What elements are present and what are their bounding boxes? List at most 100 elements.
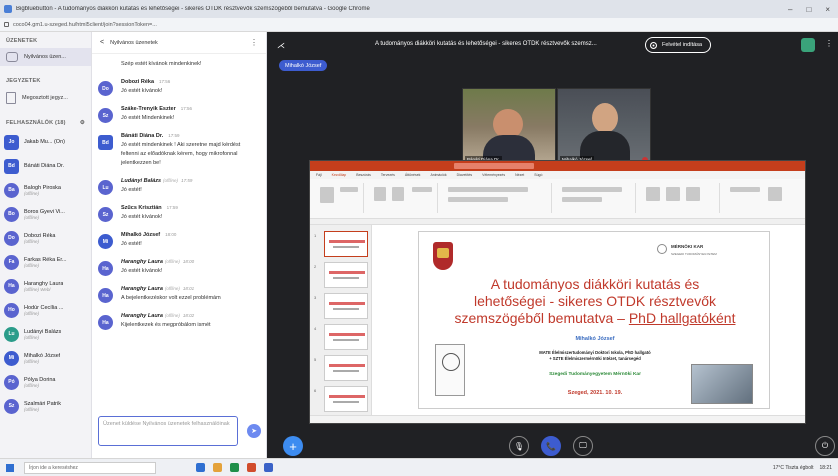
options-menu-icon[interactable]: ⋮: [825, 39, 833, 48]
user-name: Bánáti Diána Dr.: [24, 163, 65, 169]
user-status: (offline): [24, 334, 40, 340]
user-list-item[interactable]: Ha Haranghy Laura (offline) Webl: [0, 274, 91, 298]
chat-bubble-icon: [6, 52, 18, 62]
ppt-ribbon: [310, 179, 805, 219]
task-view-icon[interactable]: [196, 463, 205, 472]
ppt-ribbon-tab: Animációk: [430, 173, 447, 177]
user-status: (offline): [24, 310, 40, 316]
video-tile-banati[interactable]: Bánáti Diána Dr.: [462, 88, 556, 166]
ppt-ribbon-tab: Súgó: [534, 173, 543, 177]
faculty-name: MÉRNÖKI KAR: [671, 244, 704, 249]
user-list-item[interactable]: Ba Balogh Piroska (offline): [0, 178, 91, 202]
user-list-item[interactable]: Bo Boros Gyevi Vi... (offline): [0, 202, 91, 226]
user-status: (offline) Webl: [24, 286, 51, 292]
ppt-search-box: [454, 163, 534, 169]
user-avatar: Ha: [4, 278, 19, 294]
user-avatar: Ba: [4, 182, 19, 198]
chat-message: Szép estét kívánok mindenkinek!: [98, 58, 260, 69]
start-recording-button[interactable]: Felvétel indítása: [645, 37, 712, 53]
user-list-item[interactable]: Jo Jakab Mu... (Ön): [0, 130, 91, 154]
user-name: Jakab Mu... (Ön): [24, 139, 65, 145]
user-list-item[interactable]: Sz Szalmári Patrik (offline): [0, 394, 91, 418]
shared-notes-label: Megosztott jegyz...: [22, 95, 68, 101]
chat-options-icon[interactable]: ⋮: [250, 38, 258, 47]
windows-taskbar: Írjon ide a kereséshez 17°C Tiszta égbol…: [0, 458, 838, 476]
message-sender: Haranghy Laura (offline) 18:00: [121, 259, 195, 265]
user-avatar: Bo: [4, 206, 19, 222]
leave-session-button[interactable]: ⏻: [815, 436, 835, 456]
user-status: (offline): [24, 262, 40, 268]
system-tray: 17°C Tiszta égbolt 18:21: [773, 465, 838, 471]
user-list-item[interactable]: Fa Farkas Réka Er... (offline): [0, 250, 91, 274]
chrome-taskbar-icon[interactable]: [230, 463, 239, 472]
message-list: Szép estét kívánok mindenkinek! Do Dobozi …: [92, 54, 266, 406]
slide-thumbnails: 1 2 3 4 5 6: [310, 225, 372, 417]
university-name: SZEGEDI TUDOMÁNYEGYETEM: [671, 252, 717, 256]
presenter-pill: Mihalkó József: [279, 60, 328, 71]
message-avatar: Mi: [98, 234, 113, 249]
ppt-ribbon-tab: Nézet: [515, 173, 525, 177]
user-list-item[interactable]: Lu Ludányi Balázs (offline): [0, 322, 91, 346]
user-name: Haranghy Laura: [24, 280, 64, 287]
ppt-ribbon-tab: Diavetítés: [456, 173, 473, 177]
user-avatar: Jo: [4, 134, 19, 150]
message-time: 17:56: [180, 106, 192, 111]
close-button[interactable]: ×: [825, 5, 830, 14]
message-avatar: Sz: [98, 108, 113, 123]
send-button[interactable]: ➤: [247, 424, 261, 438]
user-list-item[interactable]: Bd Bánáti Diána Dr.: [0, 154, 91, 178]
public-chat-nav[interactable]: Nyilvános üzen...: [0, 48, 91, 66]
doctoral-school-crest-logo: [433, 242, 453, 270]
user-list-item[interactable]: Pó Pólya Dorina (offline): [0, 370, 91, 394]
shared-notes-nav[interactable]: Megosztott jegyz...: [0, 88, 91, 108]
message-avatar: Bd: [98, 135, 113, 150]
connection-status-icon[interactable]: [801, 38, 815, 52]
user-name: Balogh Piroska: [24, 184, 61, 191]
weather-text[interactable]: 17°C Tiszta égbolt: [773, 465, 814, 471]
user-list-item[interactable]: Mi Mihalkó József (offline): [0, 346, 91, 370]
ppt-titlebar: [310, 161, 805, 171]
message-avatar: Do: [98, 81, 113, 96]
slide-affiliation-2: + SZTE Élelmiszermérnöki Intézet, tanárs…: [549, 356, 641, 361]
record-label: Felvétel indítása: [662, 42, 703, 48]
actions-plus-button[interactable]: +: [283, 436, 303, 456]
owl-logo: [435, 344, 465, 396]
slide-thumbnail: [324, 355, 368, 381]
collapse-panel-icon[interactable]: ⋌: [277, 41, 285, 50]
address-bar[interactable]: coco04.gm1.u-szeged.hu/html5client/join?…: [0, 18, 838, 32]
taskbar-search-input[interactable]: Írjon ide a kereséshez: [24, 461, 156, 474]
message-sender: Haranghy Laura (offline) 18:02: [121, 313, 195, 319]
clock-text[interactable]: 18:21: [819, 465, 832, 471]
message-sender: Dobozi Réka 17:56: [121, 79, 171, 85]
presenter-name: Mihalkó József: [285, 62, 322, 69]
url-text[interactable]: coco04.gm1.u-szeged.hu/html5client/join?…: [13, 22, 157, 28]
message-text: Jó estét kívánok!: [121, 88, 163, 94]
message-sender: Haranghy Laura (offline) 18:01: [121, 286, 195, 292]
microphone-button[interactable]: 🎙: [509, 436, 529, 456]
user-name: Ludányi Balázs: [24, 328, 62, 335]
message-time: 17:59: [166, 205, 178, 210]
message-sender: Bánáti Diána Dr. 17:59: [121, 133, 180, 139]
screenshare-view[interactable]: Fájl Kezdőlap Beszúrás Tervezés Áttűnések Ani…: [309, 160, 806, 424]
file-explorer-icon[interactable]: [213, 463, 222, 472]
audio-phone-button[interactable]: 📞: [541, 436, 561, 456]
chat-compose-input[interactable]: Üzenet küldése Nyilvános üzenetek felhas…: [98, 416, 238, 446]
user-list-item[interactable]: Do Dobozi Réka (offline): [0, 226, 91, 250]
settings-gear-icon[interactable]: ⚙: [80, 120, 85, 126]
chat-back-button[interactable]: <: [100, 39, 104, 46]
message-time: 17:56: [159, 79, 171, 84]
chat-message: Lu Ludányi Balázs (offline) 17:59 Jó estét!: [98, 178, 260, 195]
maximize-button[interactable]: □: [806, 5, 811, 14]
minimize-button[interactable]: –: [788, 5, 792, 14]
chat-message: Sz Száke-Trenyik Eszter 17:56 Jó estét Mind…: [98, 106, 260, 123]
user-list-item[interactable]: Ho Hodúr Cecília ... (offline): [0, 298, 91, 322]
windows-start-icon[interactable]: [6, 463, 14, 472]
ppt-ruler: [310, 219, 805, 225]
share-screen-button[interactable]: 🖵: [573, 436, 593, 456]
word-taskbar-icon[interactable]: [264, 463, 273, 472]
message-text: Jó estét!: [121, 241, 142, 247]
user-status: (offline): [24, 238, 40, 244]
notes-icon: [6, 92, 16, 104]
powerpoint-taskbar-icon[interactable]: [247, 463, 256, 472]
video-tile-mihalko[interactable]: Mihalkó József: [557, 88, 651, 166]
